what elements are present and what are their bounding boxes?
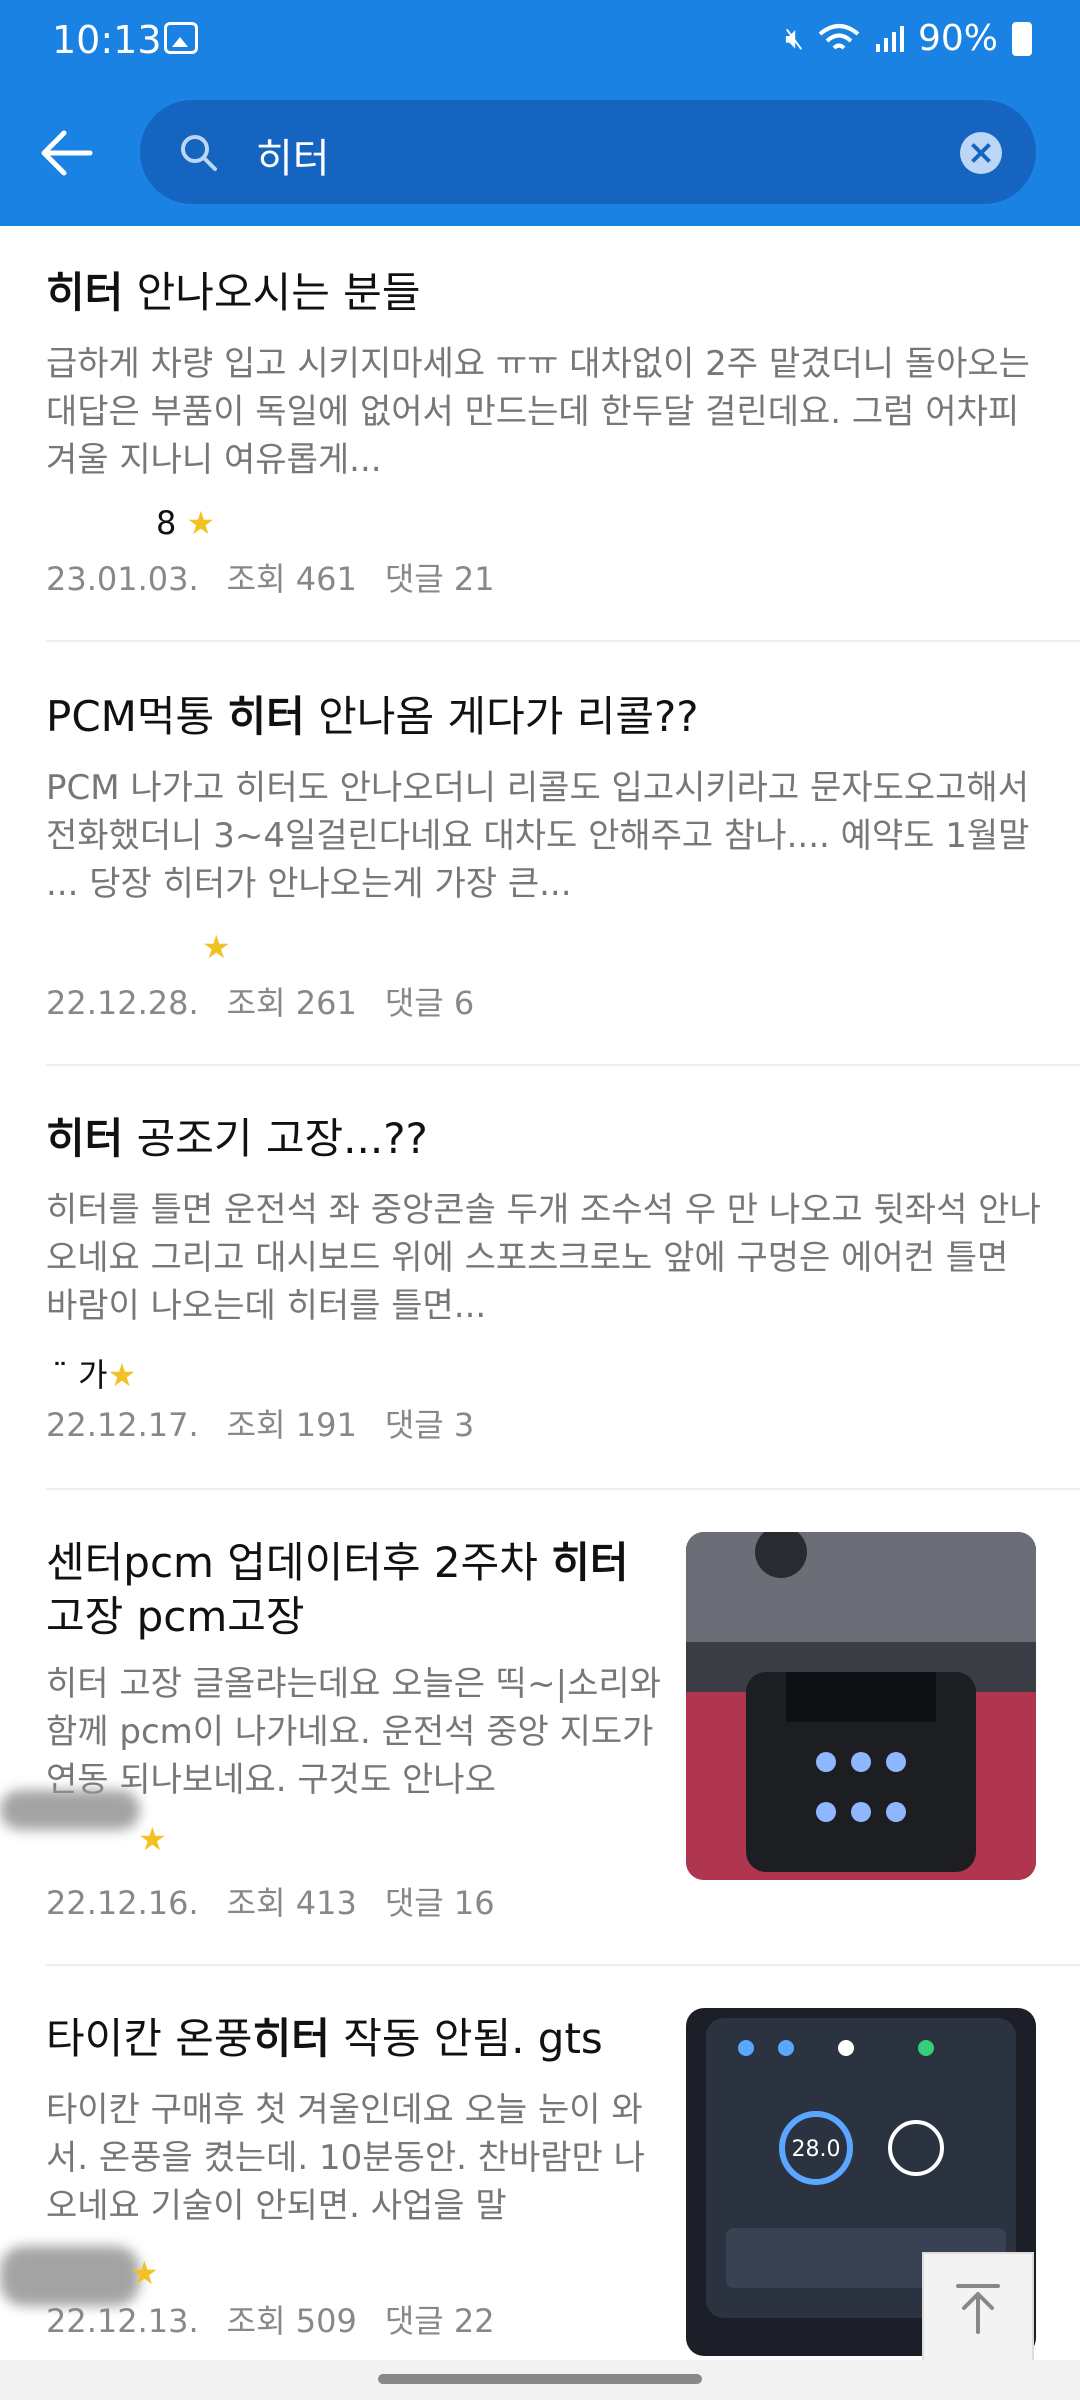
home-gesture-handle[interactable] bbox=[378, 2374, 702, 2384]
star-icon: ★ bbox=[202, 928, 231, 966]
list-item[interactable]: 타이칸 온풍히터 작동 안됨. gts 타이칸 구매후 첫 겨울인데요 오늘 눈… bbox=[0, 1966, 1080, 2360]
result-meta: 23.01.03. 조회 461 댓글 21 bbox=[46, 560, 495, 598]
result-meta: 22.12.16. 조회 413 댓글 16 bbox=[46, 1884, 495, 1922]
status-icons: 🔇︎ 90% bbox=[785, 18, 1032, 59]
arrow-left-icon[interactable] bbox=[36, 122, 98, 184]
redacted-author bbox=[0, 1790, 140, 1830]
search-icon bbox=[181, 135, 217, 171]
star-icon: ★ bbox=[186, 504, 216, 542]
result-snippet: 급하게 차량 입고 시키지마세요 ㅠㅠ 대차없이 2주 맡겼더니 돌아오는 대답… bbox=[46, 344, 1030, 480]
result-meta: 22.12.17. 조회 191 댓글 3 bbox=[46, 1406, 475, 1444]
scroll-to-top-button[interactable] bbox=[922, 2252, 1034, 2364]
author: 8 ★ bbox=[156, 504, 216, 542]
author: ★ bbox=[130, 2254, 159, 2292]
wifi-icon bbox=[818, 23, 860, 49]
author: ★ bbox=[138, 1820, 167, 1858]
author: ¨ 가★ bbox=[52, 1356, 137, 1394]
result-snippet: PCM 나가고 히터도 안나오더니 리콜도 입고시키라고 문자도오고해서 전화했… bbox=[46, 768, 1030, 904]
status-bar: 10:13 🔇︎ 90% bbox=[0, 0, 1080, 80]
star-icon: ★ bbox=[130, 2254, 159, 2292]
search-input[interactable]: 히터 bbox=[256, 126, 330, 184]
result-snippet: 히터 고장 글올랴는데요 오늘은 띡~|소리와함께 pcm이 나가네요. 운전석… bbox=[46, 1664, 661, 1800]
result-meta: 22.12.28. 조회 261 댓글 6 bbox=[46, 984, 475, 1022]
battery-percent: 90% bbox=[917, 18, 998, 59]
navigation-bar bbox=[0, 2360, 1080, 2400]
result-title: 히터 공조기 고장...?? bbox=[46, 1114, 428, 1163]
result-title: 타이칸 온풍히터 작동 안됨. gts bbox=[46, 2014, 603, 2063]
list-item[interactable]: 히터 공조기 고장...?? 히터를 틀면 운전석 좌 중앙콘솔 두개 조수석 … bbox=[0, 1066, 1080, 1490]
car-interior-photo bbox=[686, 1532, 1036, 1880]
status-time: 10:13 bbox=[52, 18, 162, 62]
list-item[interactable]: 센터pcm 업데이터후 2주차 히터 고장 pcm고장 히터 고장 글올랴는데요… bbox=[0, 1490, 1080, 1966]
author: ★ bbox=[202, 928, 231, 966]
search-field[interactable]: 히터 bbox=[140, 100, 1036, 204]
list-item[interactable]: PCM먹통 히터 안나옴 게다가 리콜?? PCM 나가고 히터도 안나오더니 … bbox=[0, 642, 1080, 1066]
list-item[interactable]: 히터 안나오시는 분들 급하게 차량 입고 시키지마세요 ㅠㅠ 대차없이 2주 … bbox=[0, 226, 1080, 642]
result-title: 센터pcm 업데이터후 2주차 히터 bbox=[46, 1538, 629, 1587]
result-title: PCM먹통 히터 안나옴 게다가 리콜?? bbox=[46, 692, 699, 741]
result-meta: 22.12.13. 조회 509 댓글 22 bbox=[46, 2302, 495, 2340]
gallery-notification-icon bbox=[164, 22, 198, 54]
search-app-bar: 히터 bbox=[0, 80, 1080, 226]
star-icon: ★ bbox=[138, 1820, 167, 1858]
star-icon: ★ bbox=[107, 1356, 137, 1394]
result-thumbnail[interactable] bbox=[686, 1532, 1036, 1880]
result-title-line2: 고장 pcm고장 bbox=[46, 1592, 305, 1641]
signal-icon bbox=[875, 25, 904, 52]
temperature-readout: 28.0 bbox=[792, 2137, 841, 2162]
battery-icon bbox=[1012, 21, 1032, 56]
mute-icon: 🔇︎ bbox=[785, 21, 804, 56]
result-snippet: 타이칸 구매후 첫 겨울인데요 오늘 눈이 와서. 온풍을 켰는데. 10분동안… bbox=[46, 2090, 645, 2226]
clear-icon[interactable] bbox=[960, 132, 1002, 174]
result-title: 히터 안나오시는 분들 bbox=[46, 268, 421, 317]
result-snippet: 히터를 틀면 운전석 좌 중앙콘솔 두개 조수석 우 만 나오고 뒷좌석 안나오… bbox=[46, 1190, 1041, 1326]
arrow-up-icon bbox=[956, 2284, 1000, 2334]
